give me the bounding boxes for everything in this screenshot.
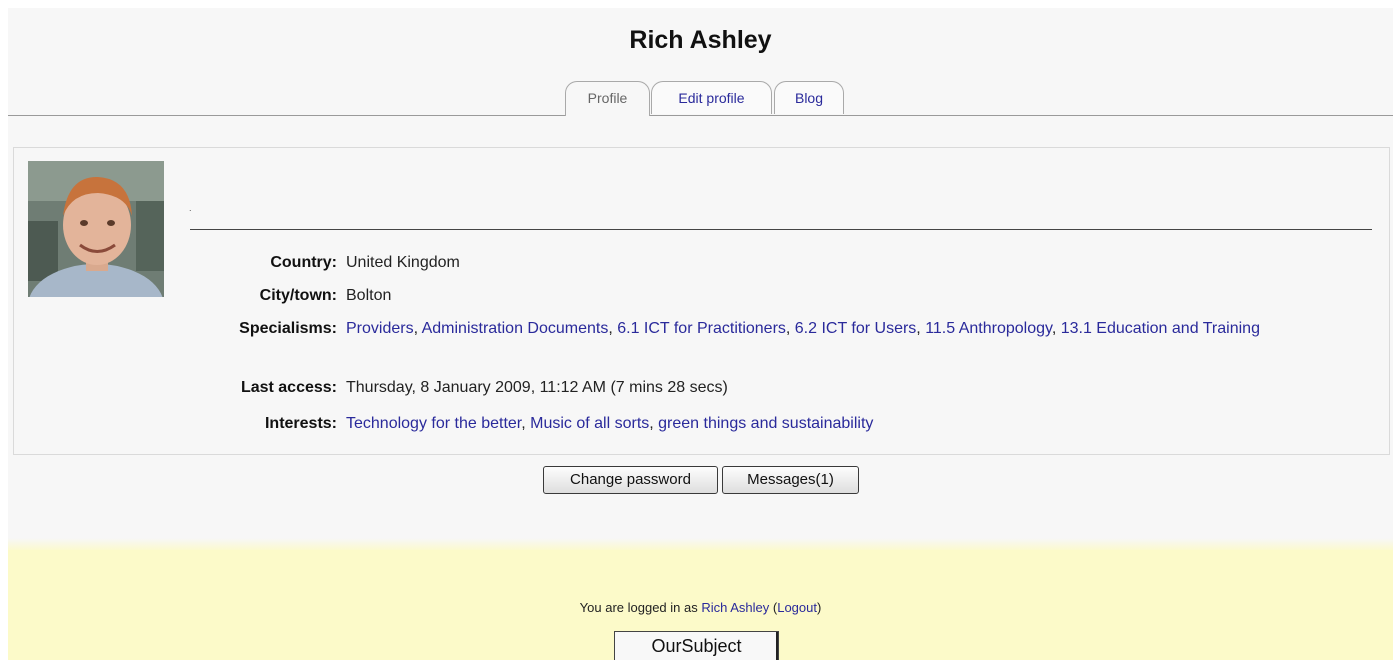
interest-link[interactable]: Technology for the better [346,415,521,432]
user-photo-icon [28,161,164,297]
specialisms-label: Specialisms: [239,320,337,337]
last-access-value: Thursday, 8 January 2009, 11:12 AM (7 mi… [346,379,728,396]
login-info: You are logged in as Rich Ashley (Logout… [8,600,1393,615]
header: Rich Ashley Profile Edit profile Blog [8,8,1393,116]
specialisms-value: Providers, Administration Documents, 6.1… [346,320,1260,337]
logout-link[interactable]: Logout [777,600,817,615]
tab-blog[interactable]: Blog [774,81,844,114]
specialism-link[interactable]: Providers [346,320,414,337]
footer: You are logged in as Rich Ashley (Logout… [8,550,1393,660]
change-password-button[interactable]: Change password [543,466,718,494]
description-divider [190,229,1372,230]
user-photo-avatar[interactable] [28,161,164,297]
interest-link[interactable]: green things and sustainability [658,415,873,432]
last-access-label: Last access: [240,379,337,396]
specialism-link[interactable]: 6.1 ICT for Practitioners [617,320,786,337]
tab-edit-profile[interactable]: Edit profile [651,81,772,114]
field-specialisms: Specialisms: Providers, Administration D… [14,318,1391,362]
city-label: City/town: [259,287,337,304]
specialism-link[interactable]: 13.1 Education and Training [1061,320,1260,337]
specialism-link[interactable]: Administration Documents [422,320,609,337]
tab-row: Profile Edit profile Blog [8,81,1393,116]
user-profile-link[interactable]: Rich Ashley [701,600,769,615]
tab-profile-label: Profile [587,90,628,106]
logout-close: ) [816,600,822,615]
user-profile-box: . Country: United Kingdom City/town: Bol… [13,147,1390,455]
country-value: United Kingdom [346,254,460,271]
messages-button[interactable]: Messages(1) [722,466,859,494]
city-value: Bolton [346,287,392,304]
interests-label: Interests: [264,415,337,432]
country-label: Country: [270,254,337,271]
tab-profile[interactable]: Profile [565,81,650,116]
specialism-link[interactable]: 11.5 Anthropology [925,320,1052,337]
specialism-link[interactable]: 6.2 ICT for Users [795,320,917,337]
page: Rich Ashley Profile Edit profile Blog . … [8,8,1393,660]
interest-link[interactable]: Music of all sorts [530,415,649,432]
logged-in-prefix: You are logged in as [579,600,702,615]
tab-blog-label: Blog [794,90,824,106]
interests-value: Technology for the better, Music of all … [346,415,874,432]
tab-edit-profile-label: Edit profile [678,90,745,106]
profile-description: . [189,203,192,213]
page-title: Rich Ashley [629,26,772,54]
home-button[interactable]: OurSubject [614,631,779,660]
